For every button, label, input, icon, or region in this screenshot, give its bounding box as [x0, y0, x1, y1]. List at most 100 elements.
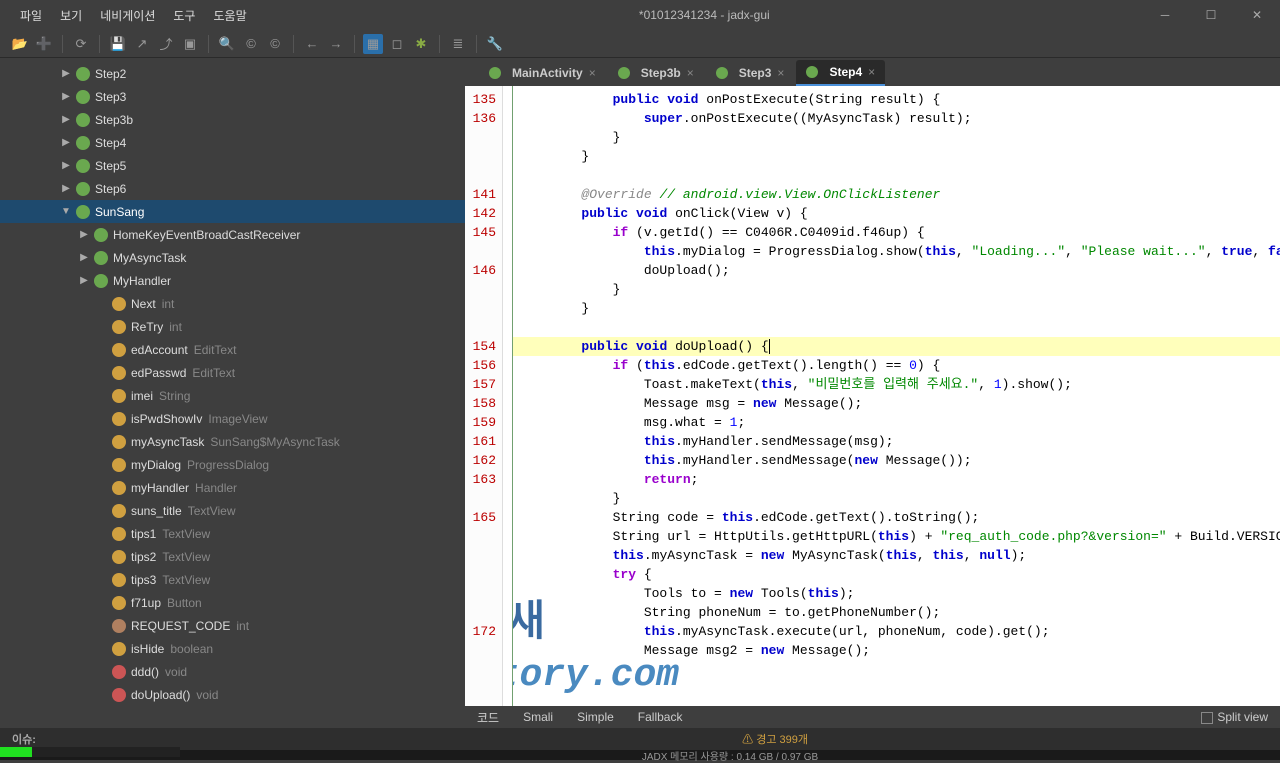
open-icon[interactable]: 📂	[10, 34, 30, 54]
expand-arrow[interactable]: ▶	[60, 137, 72, 148]
menu-view[interactable]: 보기	[52, 5, 90, 26]
code-line[interactable]: this.myHandler.sendMessage(new Message()…	[519, 451, 1280, 470]
tree-item-f71up[interactable]: f71upButton	[0, 591, 465, 614]
code-line[interactable]: doUpload();	[519, 261, 1280, 280]
code-line[interactable]: }	[519, 489, 1280, 508]
expand-arrow[interactable]: ▶	[60, 91, 72, 102]
tree-item-ispwdshowiv[interactable]: isPwdShowIvImageView	[0, 407, 465, 430]
expand-arrow[interactable]: ▼	[60, 206, 72, 217]
expand-arrow[interactable]: ▶	[60, 183, 72, 194]
code-line[interactable]: super.onPostExecute((MyAsyncTask) result…	[519, 109, 1280, 128]
log-icon[interactable]: ≣	[448, 34, 468, 54]
tree-item-edpasswd[interactable]: edPasswdEditText	[0, 361, 465, 384]
code-line[interactable]	[519, 318, 1280, 337]
code-line[interactable]: public void onPostExecute(String result)…	[519, 90, 1280, 109]
code-line[interactable]: String url = HttpUtils.getHttpURL(this) …	[519, 527, 1280, 546]
view-code[interactable]: 코드	[477, 709, 499, 726]
tree-item-tips1[interactable]: tips1TextView	[0, 522, 465, 545]
memory-bar[interactable]	[0, 747, 180, 757]
forward-icon[interactable]: →	[326, 34, 346, 54]
menu-file[interactable]: 파일	[12, 5, 50, 26]
tree-item-step4[interactable]: ▶Step4	[0, 131, 465, 154]
tree-item-next[interactable]: Nextint	[0, 292, 465, 315]
code-line[interactable]: msg.what = 1;	[519, 413, 1280, 432]
maximize-button[interactable]: ☐	[1188, 0, 1234, 30]
tab-step3[interactable]: Step3×	[706, 60, 795, 86]
tab-close-icon[interactable]: ×	[687, 66, 694, 80]
view-fallback[interactable]: Fallback	[638, 710, 683, 724]
fold-bar[interactable]	[503, 86, 513, 706]
code-line[interactable]: try {	[519, 565, 1280, 584]
tree-item-step6[interactable]: ▶Step6	[0, 177, 465, 200]
settings-icon[interactable]: 🔧	[485, 34, 505, 54]
tree-item-mydialog[interactable]: myDialogProgressDialog	[0, 453, 465, 476]
code-line[interactable]: this.myDialog = ProgressDialog.show(this…	[519, 242, 1280, 261]
expand-arrow[interactable]: ▶	[60, 160, 72, 171]
tree-item-step5[interactable]: ▶Step5	[0, 154, 465, 177]
warning-count[interactable]: ⚠ 경고 399개	[742, 731, 808, 747]
tree-item-sunstitle[interactable]: suns_titleTextView	[0, 499, 465, 522]
close-button[interactable]: ✕	[1234, 0, 1280, 30]
add-icon[interactable]: ➕	[34, 34, 54, 54]
tree-item-ddd[interactable]: ddd()void	[0, 660, 465, 683]
tree-item-myasynctask[interactable]: ▶MyAsyncTask	[0, 246, 465, 269]
tree-item-doupload[interactable]: doUpload()void	[0, 683, 465, 706]
tab-close-icon[interactable]: ×	[868, 65, 875, 79]
tree-item-sunsang[interactable]: ▼SunSang	[0, 200, 465, 223]
view-smali[interactable]: Smali	[523, 710, 553, 724]
code-line[interactable]: if (this.edCode.getText().length() == 0)…	[519, 356, 1280, 375]
expand-arrow[interactable]: ▶	[60, 114, 72, 125]
expand-arrow[interactable]: ▶	[78, 275, 90, 286]
search-comment-icon[interactable]: ©	[265, 34, 285, 54]
gradle-icon[interactable]: ▣	[180, 34, 200, 54]
tab-close-icon[interactable]: ×	[589, 66, 596, 80]
code-line[interactable]: Message msg2 = new Message();	[519, 641, 1280, 660]
code-line[interactable]: String code = this.edCode.getText().toSt…	[519, 508, 1280, 527]
tree-item-tips3[interactable]: tips3TextView	[0, 568, 465, 591]
tree-item-ishide[interactable]: isHideboolean	[0, 637, 465, 660]
menu-help[interactable]: 도움말	[205, 5, 254, 26]
menu-tools[interactable]: 도구	[165, 5, 203, 26]
tab-mainactivity[interactable]: MainActivity×	[479, 60, 606, 86]
code-line[interactable]: this.myAsyncTask = new MyAsyncTask(this,…	[519, 546, 1280, 565]
tree-item-requestcode[interactable]: REQUEST_CODEint	[0, 614, 465, 637]
code-line[interactable]: @Override // android.view.View.OnClickLi…	[519, 185, 1280, 204]
save-icon[interactable]: 💾	[108, 34, 128, 54]
code-line[interactable]: }	[519, 280, 1280, 299]
export2-icon[interactable]: ⤴	[156, 34, 176, 54]
export-icon[interactable]: ↗	[132, 34, 152, 54]
class-tree[interactable]: ▶Step2▶Step3▶Step3b▶Step4▶Step5▶Step6▼Su…	[0, 58, 465, 728]
tree-item-step3b[interactable]: ▶Step3b	[0, 108, 465, 131]
code-line[interactable]: Tools to = new Tools(this);	[519, 584, 1280, 603]
tab-step4[interactable]: Step4×	[796, 60, 885, 86]
code-line[interactable]: this.myHandler.sendMessage(msg);	[519, 432, 1280, 451]
code-line[interactable]: }	[519, 128, 1280, 147]
quark-icon[interactable]: ◻	[387, 34, 407, 54]
tree-item-imei[interactable]: imeiString	[0, 384, 465, 407]
tree-item-homekeyeventbroadcastreceiver[interactable]: ▶HomeKeyEventBroadCastReceiver	[0, 223, 465, 246]
expand-arrow[interactable]: ▶	[78, 229, 90, 240]
code-line[interactable]: Message msg = new Message();	[519, 394, 1280, 413]
code-line[interactable]: public void onClick(View v) {	[519, 204, 1280, 223]
code-line[interactable]: public void doUpload() {	[513, 337, 1280, 356]
split-view-toggle[interactable]: Split view	[1201, 710, 1268, 724]
tree-item-step3[interactable]: ▶Step3	[0, 85, 465, 108]
tree-item-retry[interactable]: ReTryint	[0, 315, 465, 338]
tree-item-myasynctask[interactable]: myAsyncTaskSunSang$MyAsyncTask	[0, 430, 465, 453]
tab-close-icon[interactable]: ×	[777, 66, 784, 80]
expand-arrow[interactable]: ▶	[78, 252, 90, 263]
code-line[interactable]: String phoneNum = to.getPhoneNumber();	[519, 603, 1280, 622]
code-area[interactable]: 꿈을 꾸는파랑새 wezard4u.tistory.com public voi…	[513, 86, 1280, 706]
code-line[interactable]: if (v.getId() == C0406R.C0409id.f46up) {	[519, 223, 1280, 242]
tree-item-myhandler[interactable]: myHandlerHandler	[0, 476, 465, 499]
code-line[interactable]: this.myAsyncTask.execute(url, phoneNum, …	[519, 622, 1280, 641]
tree-item-edaccount[interactable]: edAccountEditText	[0, 338, 465, 361]
view-simple[interactable]: Simple	[577, 710, 614, 724]
tree-item-myhandler[interactable]: ▶MyHandler	[0, 269, 465, 292]
tree-item-tips2[interactable]: tips2TextView	[0, 545, 465, 568]
tree-item-step2[interactable]: ▶Step2	[0, 62, 465, 85]
menu-nav[interactable]: 네비게이션	[92, 5, 163, 26]
search-class-icon[interactable]: ©	[241, 34, 261, 54]
code-line[interactable]: Toast.makeText(this, "비밀번호를 입력해 주세요.", 1…	[519, 375, 1280, 394]
code-line[interactable]: }	[519, 299, 1280, 318]
